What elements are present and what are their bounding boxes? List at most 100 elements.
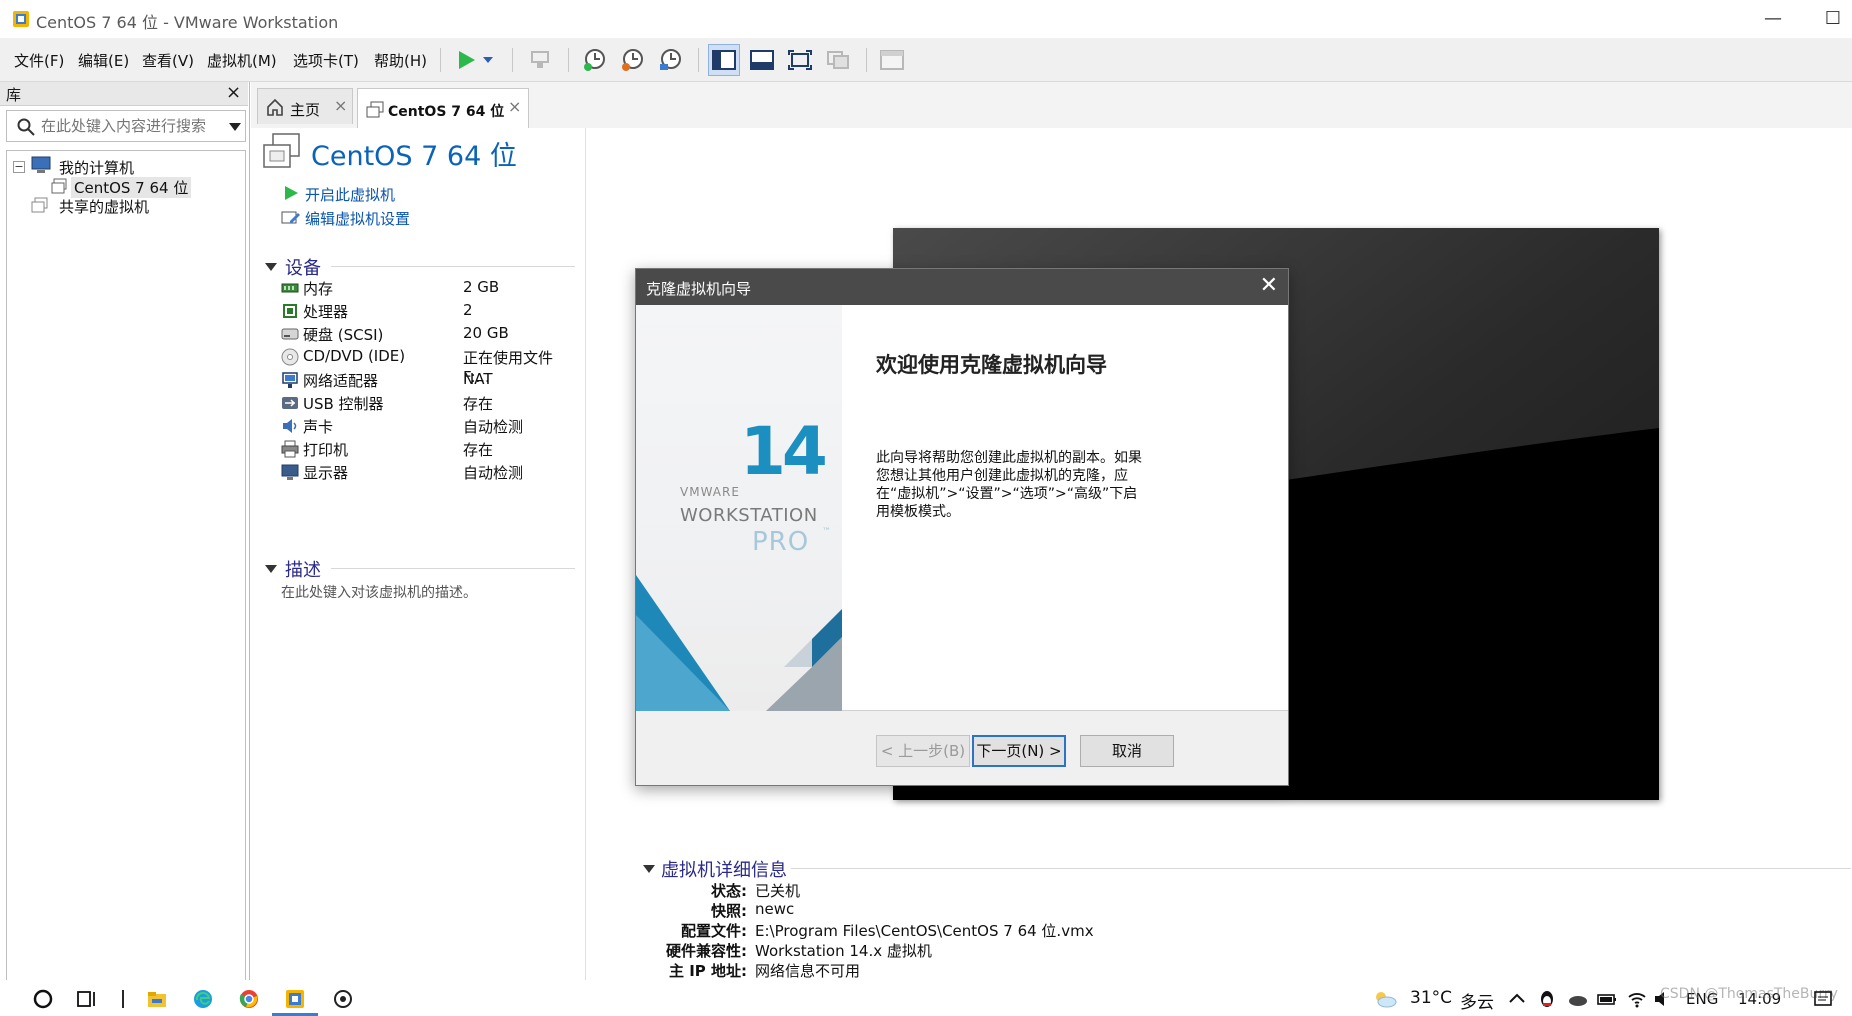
device-name: 处理器: [303, 303, 349, 321]
snapshot-manager-button[interactable]: [654, 44, 686, 76]
devices-header[interactable]: 设备: [285, 254, 321, 280]
maximize-button[interactable]: ☐: [1820, 6, 1846, 32]
chrome-browser-icon[interactable]: [238, 988, 260, 1010]
cancel-button[interactable]: 取消: [1080, 735, 1174, 767]
vm-detail-value: 已关机: [755, 882, 801, 900]
power-on-vm-link[interactable]: 开启此虚拟机: [305, 184, 395, 205]
home-icon: [267, 98, 283, 116]
dialog-title: 克隆虚拟机向导: [646, 280, 752, 298]
device-name: CD/DVD (IDE): [303, 347, 406, 365]
description-header[interactable]: 描述: [285, 556, 321, 582]
device-row-cpu[interactable]: 处理器 2: [281, 301, 581, 324]
dialog-title-bar: 克隆虚拟机向导 ✕: [636, 269, 1288, 305]
device-value: 20 GB: [463, 324, 509, 342]
wifi-icon[interactable]: [1626, 988, 1648, 1010]
weather-condition[interactable]: 多云: [1460, 988, 1494, 1013]
dialog-close-button[interactable]: ✕: [1260, 273, 1278, 298]
network-icon: [282, 372, 298, 388]
search-icon: [17, 118, 35, 136]
menu-view[interactable]: 查看(V): [142, 50, 194, 71]
vm-detail-key: 状态:: [711, 882, 747, 900]
task-view-icon[interactable]: [76, 988, 98, 1010]
edit-vm-settings-link[interactable]: 编辑虚拟机设置: [305, 208, 410, 229]
device-row-memory[interactable]: 内存 2 GB: [281, 278, 581, 301]
send-ctrl-alt-del-button[interactable]: [524, 44, 556, 76]
full-screen-button[interactable]: [784, 44, 816, 76]
tree-item-my-computer[interactable]: 我的计算机: [59, 157, 134, 178]
chevron-up-icon[interactable]: [1506, 988, 1528, 1010]
unity-button[interactable]: [822, 44, 854, 76]
device-row-usb[interactable]: USB 控制器 存在: [281, 393, 581, 416]
snapshot-revert-button[interactable]: [616, 44, 648, 76]
library-search-input[interactable]: [41, 115, 221, 137]
settings-app-icon[interactable]: [332, 988, 354, 1010]
tab-vm[interactable]: CentOS 7 64 位 ×: [357, 88, 529, 128]
tree-item-vm[interactable]: CentOS 7 64 位: [71, 177, 192, 198]
vm-detail-value: 网络信息不可用: [755, 962, 861, 980]
menu-help[interactable]: 帮助(H): [374, 50, 427, 71]
qq-tray-icon[interactable]: [1536, 988, 1558, 1010]
tab-home[interactable]: 主页 ×: [257, 88, 353, 124]
vm-icon: [366, 101, 384, 118]
dialog-body: 14 VMWARE WORKSTATION PRO ™ 欢迎使用克隆虚拟机向导 …: [636, 305, 1288, 711]
menu-vm[interactable]: 虚拟机(M): [207, 50, 277, 71]
file-explorer-icon[interactable]: [146, 988, 168, 1010]
weather-cloudy-icon[interactable]: [1372, 988, 1398, 1010]
menu-tabs[interactable]: 选项卡(T): [293, 50, 359, 71]
weather-temperature[interactable]: 31°C: [1410, 988, 1452, 1008]
tab-home-close-button[interactable]: ×: [334, 96, 347, 115]
thumbnail-view-icon: [750, 50, 774, 70]
notification-center-icon[interactable]: [1812, 988, 1834, 1010]
menu-bar: 文件(F) 编辑(E) 查看(V) 虚拟机(M) 选项卡(T) 帮助(H): [0, 38, 1852, 82]
device-name: 硬盘 (SCSI): [303, 326, 384, 344]
snapshot-take-button[interactable]: [578, 44, 610, 76]
vm-details-header[interactable]: 虚拟机详细信息: [661, 856, 787, 882]
next-button[interactable]: 下一页(N) >: [972, 735, 1066, 767]
onedrive-icon[interactable]: [1566, 988, 1588, 1010]
chevron-down-icon[interactable]: [229, 123, 241, 131]
device-row-cd-dvd[interactable]: CD/DVD (IDE) 正在使用文件 F:...: [281, 347, 581, 386]
minimize-button[interactable]: —: [1760, 6, 1786, 32]
device-value: 存在: [463, 395, 494, 413]
device-row-display[interactable]: 显示器 自动检测: [281, 462, 581, 485]
description-input[interactable]: 在此处键入对该虚拟机的描述。: [281, 582, 477, 602]
thumbnail-bar-button[interactable]: [746, 44, 778, 76]
cortana-icon[interactable]: [32, 988, 54, 1010]
library-close-button[interactable]: ×: [226, 82, 241, 103]
vmware-taskbar-icon[interactable]: [284, 988, 306, 1010]
tab-vm-label: CentOS 7 64 位: [388, 104, 505, 120]
snapshot-manager-icon: [660, 49, 681, 70]
collapse-arrow-icon[interactable]: [265, 262, 277, 272]
show-library-button[interactable]: [708, 44, 740, 76]
column-divider: [585, 128, 586, 1016]
library-search[interactable]: [6, 110, 246, 142]
wizard-heading: 欢迎使用克隆虚拟机向导: [876, 352, 1107, 377]
console-view-button[interactable]: [876, 44, 908, 76]
vm-details-divider: [791, 868, 1851, 869]
tree-item-shared-vms[interactable]: 共享的虚拟机: [59, 196, 149, 217]
menu-file[interactable]: 文件(F): [14, 50, 64, 71]
logo-trademark: ™: [822, 527, 831, 537]
device-value: 2 GB: [463, 278, 500, 296]
cpu-icon: [283, 304, 297, 318]
back-button[interactable]: < 上一步(B): [876, 735, 970, 767]
collapse-arrow-icon[interactable]: [643, 864, 655, 874]
vm-icon: [51, 178, 67, 194]
collapse-arrow-icon[interactable]: [265, 564, 277, 574]
power-dropdown-button[interactable]: [478, 44, 498, 76]
battery-icon[interactable]: [1596, 988, 1618, 1010]
device-row-network[interactable]: 网络适配器 NAT: [281, 370, 581, 393]
device-row-harddisk[interactable]: 硬盘 (SCSI) 20 GB: [281, 324, 581, 347]
tab-vm-close-button[interactable]: ×: [508, 97, 521, 116]
shared-vms-icon: [31, 197, 48, 213]
device-name: 网络适配器: [303, 372, 379, 390]
menu-edit[interactable]: 编辑(E): [78, 50, 129, 71]
vm-detail-row: 状态: 已关机: [637, 880, 1237, 900]
device-row-sound[interactable]: 声卡 自动检测: [281, 416, 581, 439]
snapshot-revert-icon: [622, 49, 643, 71]
logo-workstation-text: WORKSTATION: [680, 505, 818, 526]
vm-large-icon: [263, 133, 300, 168]
device-row-printer[interactable]: 打印机 存在: [281, 439, 581, 462]
edge-browser-icon[interactable]: [192, 988, 214, 1010]
tree-collapse-toggle[interactable]: −: [13, 161, 25, 173]
